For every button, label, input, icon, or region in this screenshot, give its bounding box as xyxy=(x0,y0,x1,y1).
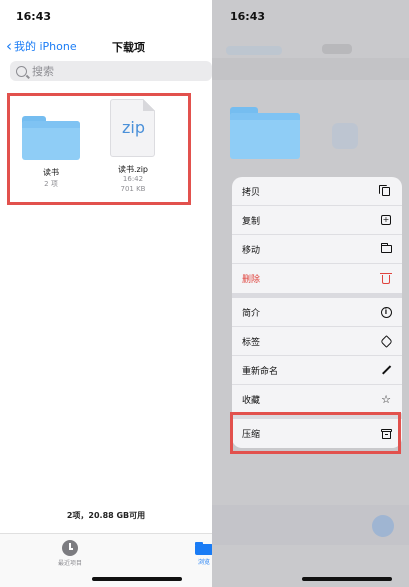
menu-item-info[interactable]: 简介 i xyxy=(232,298,402,327)
blurred-browse-tab xyxy=(372,515,394,537)
clock-icon xyxy=(62,540,78,556)
duplicate-icon: + xyxy=(381,215,391,225)
copy-icon xyxy=(379,184,392,197)
folder-name: 读书 xyxy=(43,168,59,177)
tag-icon xyxy=(379,334,393,348)
context-menu: 拷贝 复制 + 移动 删除 简介 i 标签 重新命名 收藏 ☆ 压缩 xyxy=(232,177,402,448)
blurred-zip-icon xyxy=(332,123,358,149)
menu-item-label: 移动 xyxy=(242,245,261,256)
blurred-search-bar xyxy=(212,58,409,80)
menu-item-label: 重新命名 xyxy=(242,366,279,377)
back-label: 我的 iPhone xyxy=(14,40,77,53)
navigation-bar: ‹ 我的 iPhone 下载项 xyxy=(0,36,212,56)
zip-file-size: 701 KB xyxy=(120,185,146,193)
menu-item-copy[interactable]: 拷贝 xyxy=(232,177,402,206)
blurred-title xyxy=(322,44,352,54)
tab-bar: 最近项目 浏览 xyxy=(0,533,212,587)
selected-folder-icon xyxy=(230,107,300,159)
info-icon: i xyxy=(380,306,392,318)
zip-file-time: 16:42 xyxy=(122,175,144,183)
status-time: 16:43 xyxy=(16,10,52,23)
zip-file-name: 读书.zip xyxy=(117,165,149,174)
zip-icon-text: zip xyxy=(122,118,145,137)
pencil-icon xyxy=(380,364,392,376)
folder-icon xyxy=(195,542,212,555)
files-browser-panel: 16:43 ‹ 我的 iPhone 下载项 搜索 读书 2 项 zip 读书.z… xyxy=(0,0,212,587)
folder-icon xyxy=(380,243,392,255)
home-indicator xyxy=(302,577,392,581)
search-placeholder: 搜索 xyxy=(32,65,54,78)
star-icon: ☆ xyxy=(381,392,391,406)
context-menu-panel: 16:43 拷贝 复制 + 移动 删除 简介 i 标签 重新命名 收藏 ☆ 压缩 xyxy=(212,0,409,587)
menu-item-duplicate[interactable]: 复制 + xyxy=(232,206,402,235)
home-indicator xyxy=(92,577,182,581)
chevron-left-icon: ‹ xyxy=(6,36,12,55)
menu-item-label: 收藏 xyxy=(242,395,261,406)
page-title: 下载项 xyxy=(112,41,145,54)
trash-icon xyxy=(380,273,392,285)
tab-browse-label: 浏览 xyxy=(197,559,210,566)
menu-item-label: 拷贝 xyxy=(242,187,261,198)
menu-item-rename[interactable]: 重新命名 xyxy=(232,356,402,385)
folder-icon[interactable] xyxy=(22,116,80,160)
zip-file-icon[interactable]: zip xyxy=(110,99,155,157)
menu-item-favorite[interactable]: 收藏 ☆ xyxy=(232,385,402,414)
menu-item-delete[interactable]: 删除 xyxy=(232,264,402,293)
back-button[interactable]: ‹ 我的 iPhone xyxy=(6,38,77,54)
menu-item-label: 简介 xyxy=(242,308,261,319)
tab-recents-label: 最近项目 xyxy=(57,560,82,567)
highlight-frame-compress xyxy=(230,412,401,454)
menu-item-tags[interactable]: 标签 xyxy=(232,327,402,356)
menu-item-label: 复制 xyxy=(242,216,261,227)
menu-item-move[interactable]: 移动 xyxy=(232,235,402,264)
search-icon xyxy=(16,65,27,77)
tab-browse[interactable]: 浏览 xyxy=(192,540,212,566)
menu-item-label: 标签 xyxy=(242,337,261,348)
blurred-back-button xyxy=(226,46,282,55)
search-field[interactable]: 搜索 xyxy=(10,61,212,81)
status-time: 16:43 xyxy=(230,10,266,23)
folder-item-count: 2 项 xyxy=(44,180,58,188)
tab-recents[interactable]: 最近项目 xyxy=(52,540,88,567)
menu-item-label: 删除 xyxy=(242,275,261,285)
storage-summary: 2项，20.88 GB可用 xyxy=(66,511,146,520)
